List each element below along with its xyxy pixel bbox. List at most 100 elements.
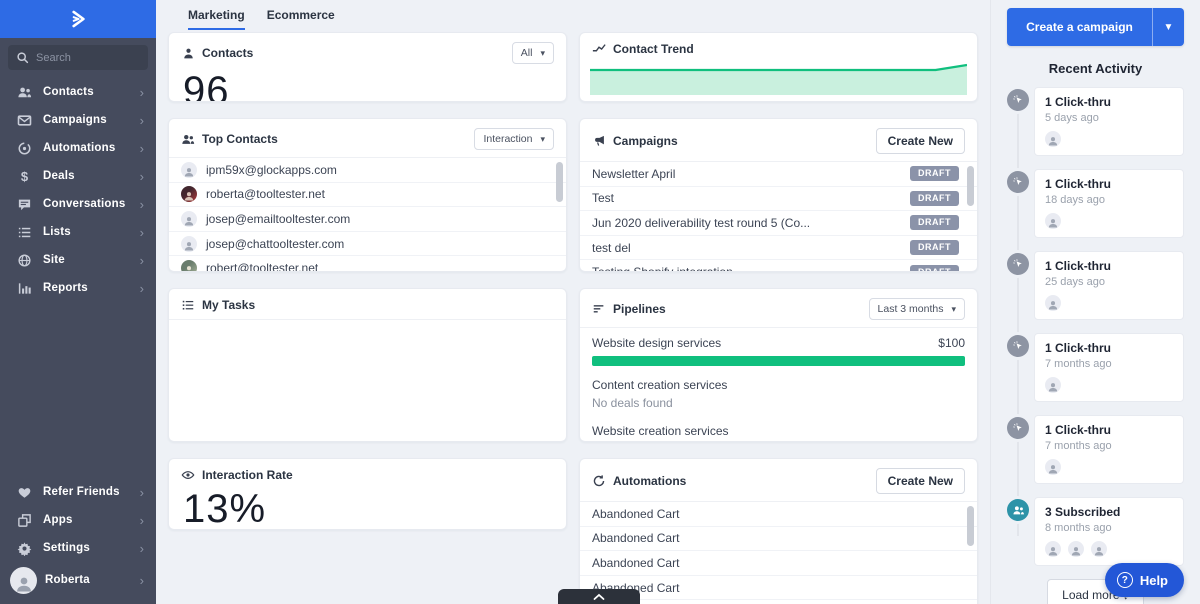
create-campaign-button[interactable]: Create a campaign <box>1007 8 1152 46</box>
scrollbar-thumb[interactable] <box>967 166 974 206</box>
sidebar-item-contacts[interactable]: Contacts › <box>0 78 156 106</box>
automation-name: Abandoned Cart <box>592 531 679 545</box>
contact-row[interactable]: josep@chattooltester.com <box>169 232 566 257</box>
sidebar-user-menu[interactable]: Roberta › <box>0 562 156 604</box>
activity-item[interactable]: 1 Click-thru 5 days ago <box>1007 87 1184 156</box>
avatar <box>181 186 197 202</box>
campaign-row[interactable]: Testing Shopify integration DRAFT <box>580 260 977 272</box>
activity-time: 25 days ago <box>1045 276 1173 288</box>
automation-row[interactable]: Abandoned Cart <box>580 502 977 527</box>
person-icon <box>181 46 195 60</box>
avatar <box>1068 541 1084 557</box>
tab-marketing[interactable]: Marketing <box>188 8 245 30</box>
chevron-up-icon <box>593 593 605 601</box>
scrollbar-thumb[interactable] <box>967 506 974 546</box>
caret-down-icon: ▾ <box>951 304 956 315</box>
chevron-right-icon: › <box>140 198 144 211</box>
pipeline-progress-bar <box>592 356 965 366</box>
pipeline-name[interactable]: Website creation services <box>592 424 965 438</box>
automations-card: Automations Create New Abandoned Cart Ab… <box>579 458 978 604</box>
megaphone-icon <box>592 134 606 148</box>
avatar <box>181 211 197 227</box>
sidebar-item-label: Apps <box>43 514 73 526</box>
campaign-name: Test <box>592 191 614 205</box>
create-campaign-caret-button[interactable]: ▼ <box>1152 8 1184 46</box>
sidebar-item-site[interactable]: Site › <box>0 246 156 274</box>
sidebar-item-apps[interactable]: Apps › <box>0 506 156 534</box>
status-badge: DRAFT <box>910 265 959 272</box>
contact-row[interactable]: robert@tooltester.net <box>169 256 566 272</box>
sidebar-item-lists[interactable]: Lists › <box>0 218 156 246</box>
pipeline-empty-note: No deals found <box>592 396 965 410</box>
expand-collapse-button[interactable] <box>558 589 640 604</box>
pipelines-range-dropdown[interactable]: Last 3 months ▾ <box>869 298 965 320</box>
campaign-row[interactable]: Jun 2020 deliverability test round 5 (Co… <box>580 211 977 236</box>
card-title: Top Contacts <box>202 132 278 146</box>
avatar <box>181 260 197 272</box>
list-icon <box>17 225 32 240</box>
chevron-right-icon: › <box>140 486 144 499</box>
avatar <box>181 162 197 178</box>
sidebar-item-automations[interactable]: Automations › <box>0 134 156 162</box>
sidebar-item-refer-friends[interactable]: Refer Friends › <box>0 478 156 506</box>
activity-item[interactable]: 3 Subscribed 8 months ago <box>1007 497 1184 566</box>
pipeline-name[interactable]: Content creation services <box>592 378 965 392</box>
scrollbar-thumb[interactable] <box>556 162 563 202</box>
help-button[interactable]: ? Help <box>1105 563 1184 597</box>
activity-time: 7 months ago <box>1045 440 1173 452</box>
status-badge: DRAFT <box>910 240 959 255</box>
avatar <box>1045 213 1061 229</box>
contact-row[interactable]: josep@emailtooltester.com <box>169 207 566 232</box>
activity-item[interactable]: 1 Click-thru 7 months ago <box>1007 333 1184 402</box>
chevron-right-icon: › <box>140 574 144 587</box>
globe-icon <box>17 253 32 268</box>
activity-item[interactable]: 1 Click-thru 25 days ago <box>1007 251 1184 320</box>
sidebar-item-campaigns[interactable]: Campaigns › <box>0 106 156 134</box>
campaign-row[interactable]: Test DRAFT <box>580 187 977 212</box>
sidebar-item-deals[interactable]: $ Deals › <box>0 162 156 190</box>
activity-label: 1 Click-thru <box>1045 341 1173 355</box>
avatar <box>1045 541 1061 557</box>
app-logo[interactable] <box>0 0 156 38</box>
sidebar-item-conversations[interactable]: Conversations › <box>0 190 156 218</box>
campaign-row[interactable]: Newsletter April DRAFT <box>580 162 977 187</box>
campaigns-list: Newsletter April DRAFT Test DRAFT Jun 20… <box>580 161 977 272</box>
top-contacts-sort-dropdown[interactable]: Interaction ▾ <box>474 128 554 150</box>
campaigns-card: Campaigns Create New Newsletter April DR… <box>579 118 978 272</box>
sidebar-search[interactable] <box>8 45 148 70</box>
sidebar-item-settings[interactable]: Settings › <box>0 534 156 562</box>
chevron-right-icon: › <box>140 114 144 127</box>
automation-row[interactable]: Abandoned Cart <box>580 551 977 576</box>
activity-item[interactable]: 1 Click-thru 18 days ago <box>1007 169 1184 238</box>
card-title: Interaction Rate <box>202 468 293 482</box>
tab-ecommerce[interactable]: Ecommerce <box>267 8 335 30</box>
dashboard-tabs: Marketing Ecommerce <box>168 0 978 30</box>
automation-row[interactable]: Abandoned Cart <box>580 527 977 552</box>
campaign-row[interactable]: test del DRAFT <box>580 236 977 261</box>
activity-item[interactable]: 1 Click-thru 7 months ago <box>1007 415 1184 484</box>
contacts-icon <box>17 85 32 100</box>
create-new-automation-button[interactable]: Create New <box>876 468 965 494</box>
activity-time: 7 months ago <box>1045 358 1173 370</box>
sidebar-item-label: Settings <box>43 542 90 554</box>
activity-time: 8 months ago <box>1045 522 1173 534</box>
campaign-name: Testing Shopify integration <box>592 265 733 272</box>
search-input[interactable] <box>36 52 136 64</box>
tasks-list-icon <box>181 298 195 312</box>
recent-activity-panel: Create a campaign ▼ Recent Activity 1 Cl… <box>990 0 1200 604</box>
user-name: Roberta <box>45 574 90 586</box>
status-badge: DRAFT <box>910 166 959 181</box>
avatar <box>1091 541 1107 557</box>
pipeline-name[interactable]: Website design services <box>592 336 721 350</box>
contact-row[interactable]: roberta@tooltester.net <box>169 183 566 208</box>
contact-row[interactable]: ipm59x@glockapps.com <box>169 158 566 183</box>
dropdown-value: Last 3 months <box>878 303 944 315</box>
create-new-campaign-button[interactable]: Create New <box>876 128 965 154</box>
bar-chart-icon <box>17 281 32 296</box>
eye-icon <box>181 468 195 482</box>
sidebar-item-reports[interactable]: Reports › <box>0 274 156 302</box>
sidebar-item-label: Site <box>43 254 65 266</box>
chevron-right-icon: › <box>140 282 144 295</box>
create-campaign-split-button: Create a campaign ▼ <box>1007 8 1184 46</box>
contacts-filter-dropdown[interactable]: All ▾ <box>512 42 554 64</box>
